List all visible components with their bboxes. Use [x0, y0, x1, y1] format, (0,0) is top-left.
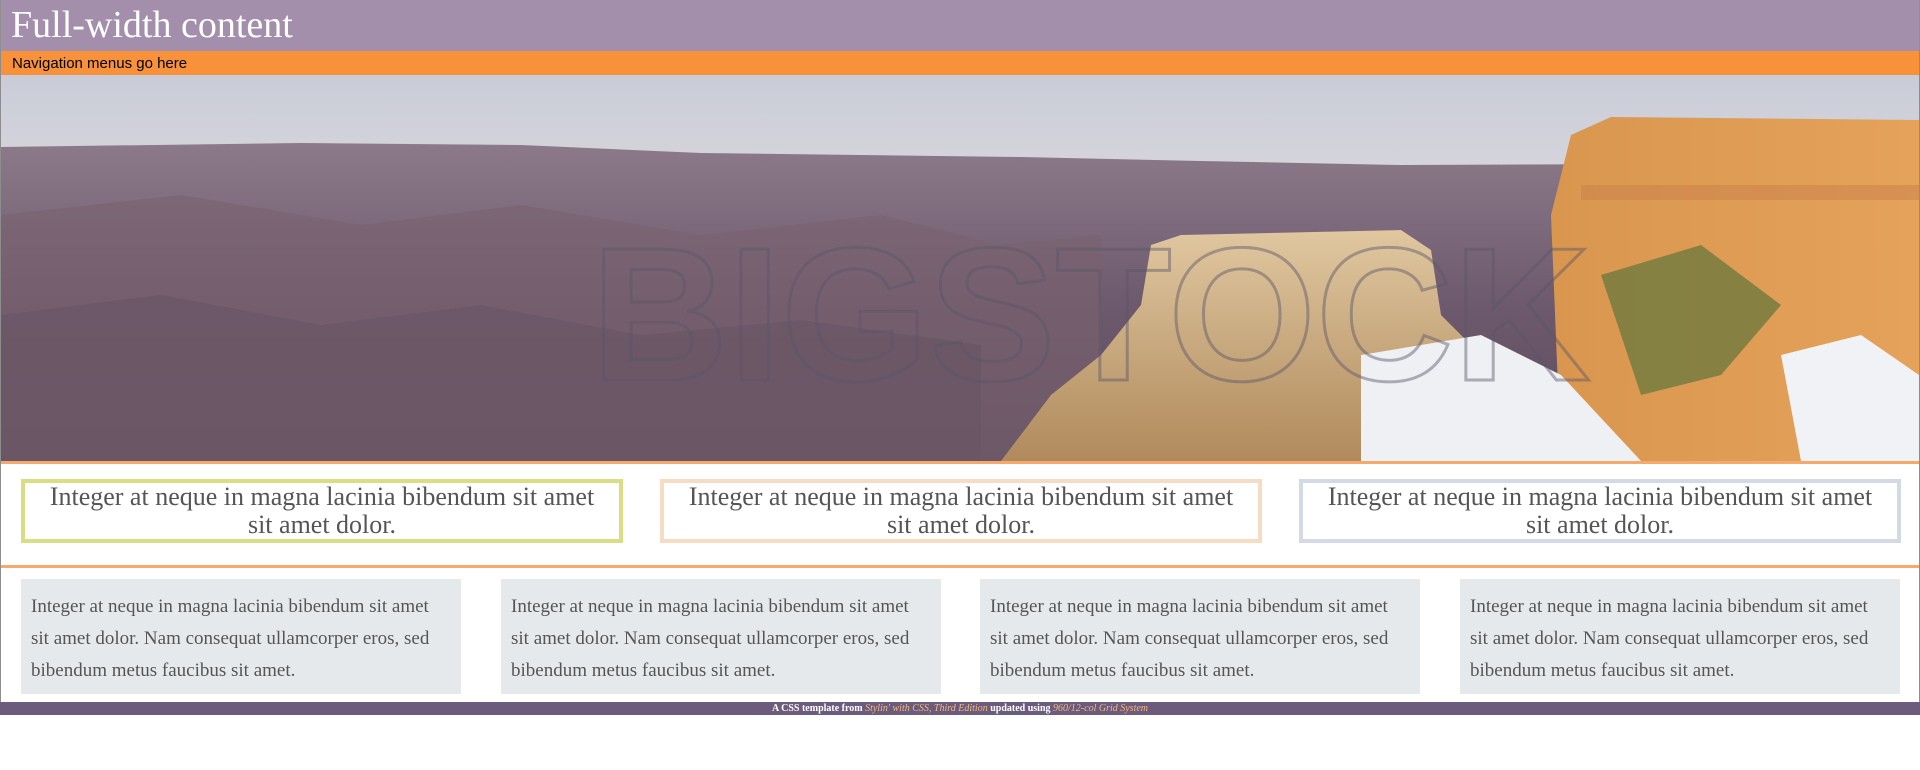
- column-text-3: Integer at neque in magna lacinia bibend…: [990, 596, 1389, 681]
- grid-system-link[interactable]: 960/12-col Grid System: [1053, 703, 1148, 714]
- feature-text-1: Integer at neque in magna lacinia bibend…: [49, 482, 595, 539]
- feature-box-1: Integer at neque in magna lacinia bibend…: [21, 479, 623, 543]
- column-text-2: Integer at neque in magna lacinia bibend…: [511, 596, 910, 681]
- feature-row: Integer at neque in magna lacinia bibend…: [1, 464, 1919, 565]
- feature-box-2: Integer at neque in magna lacinia bibend…: [660, 479, 1262, 543]
- column-text-4: Integer at neque in magna lacinia bibend…: [1470, 596, 1869, 681]
- feature-text-2: Integer at neque in magna lacinia bibend…: [688, 482, 1234, 539]
- nav-placeholder-text: Navigation menus go here: [12, 55, 188, 72]
- hero-image: BIGSTOCK: [1, 75, 1919, 461]
- column-row: Integer at neque in magna lacinia bibend…: [1, 568, 1919, 710]
- content-column-2: Integer at neque in magna lacinia bibend…: [501, 579, 941, 694]
- page-container: Full-width content Navigation menus go h…: [0, 0, 1920, 715]
- page-title: Full-width content: [11, 4, 293, 46]
- canyon-landscape-image: BIGSTOCK: [1, 75, 1919, 461]
- footer-middle: updated using: [990, 703, 1051, 714]
- feature-box-3: Integer at neque in magna lacinia bibend…: [1299, 479, 1901, 543]
- column-text-1: Integer at neque in magna lacinia bibend…: [31, 596, 430, 681]
- page-footer: A CSS template from Stylin' with CSS, Th…: [0, 702, 1920, 715]
- nav-bar[interactable]: Navigation menus go here: [1, 51, 1919, 75]
- book-link[interactable]: Stylin' with CSS, Third Edition: [865, 703, 988, 714]
- content-column-3: Integer at neque in magna lacinia bibend…: [980, 579, 1420, 694]
- content-column-4: Integer at neque in magna lacinia bibend…: [1460, 579, 1900, 694]
- content-column-1: Integer at neque in magna lacinia bibend…: [21, 579, 461, 694]
- feature-text-3: Integer at neque in magna lacinia bibend…: [1327, 482, 1873, 539]
- page-header: Full-width content: [1, 0, 1919, 51]
- watermark-text: BIGSTOCK: [591, 209, 1590, 421]
- footer-prefix: A CSS template from: [771, 703, 863, 714]
